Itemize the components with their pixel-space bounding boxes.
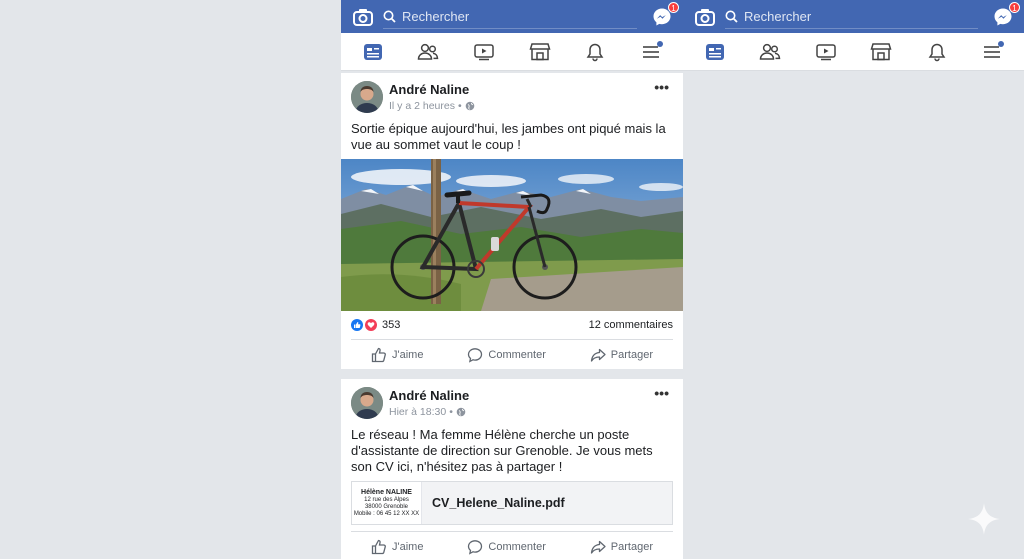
messenger-badge: 1 — [668, 1, 679, 13]
more-options-icon[interactable]: ••• — [654, 79, 669, 95]
top-bar: Rechercher 1 — [683, 0, 1024, 33]
more-options-icon[interactable]: ••• — [654, 385, 669, 401]
thumb-city: 38000 Grenoble — [364, 504, 409, 510]
like-reaction-icon — [351, 319, 363, 331]
share-button[interactable]: Partager — [570, 347, 673, 363]
post-header: André Naline Il y a 2 heures • ••• — [341, 73, 683, 121]
love-reaction-icon — [365, 319, 377, 331]
thumb-address: 12 rue des Alpes — [364, 497, 409, 503]
watch-icon[interactable] — [472, 40, 496, 64]
share-label: Partager — [610, 540, 653, 553]
feed-panel: Rechercher 1 André Naline Il y a 2 heure… — [341, 0, 683, 559]
messenger-icon[interactable]: 1 — [651, 1, 679, 28]
camera-icon[interactable] — [695, 7, 715, 27]
news-feed-icon[interactable] — [703, 40, 727, 64]
document-thumbnail: Hélène NALINE 12 rue des Alpes 38000 Gre… — [352, 482, 422, 524]
share-label: Partager — [610, 348, 653, 361]
comment-button[interactable]: Commenter — [447, 539, 565, 555]
search-bar[interactable]: Rechercher — [383, 5, 637, 29]
share-icon — [590, 348, 606, 362]
post-time[interactable]: Il y a 2 heures — [389, 100, 455, 112]
search-bar[interactable]: Rechercher — [725, 5, 978, 29]
document-filename[interactable]: CV_Helene_Naline.pdf — [432, 496, 565, 510]
avatar[interactable] — [351, 387, 383, 419]
post-header: André Naline Hier à 18:30 • ••• — [341, 379, 683, 427]
notifications-icon[interactable] — [583, 40, 607, 64]
post-photo[interactable] — [341, 159, 683, 311]
like-label: J'aime — [392, 348, 424, 361]
news-feed: André Naline Il y a 2 heures • ••• Sorti… — [341, 71, 683, 559]
nav-bar — [341, 33, 683, 71]
share-icon — [590, 540, 606, 554]
reactions-count: 353 — [382, 319, 401, 331]
menu-icon[interactable] — [980, 40, 1005, 64]
post: André Naline Il y a 2 heures • ••• Sorti… — [341, 73, 683, 369]
thumb-phone: Mobile : 06 45 12 XX XX — [353, 511, 420, 517]
share-button[interactable]: Partager — [570, 539, 673, 555]
thumbs-up-icon — [371, 539, 386, 554]
top-bar: Rechercher 1 — [341, 0, 683, 33]
post-author[interactable]: André Naline — [389, 388, 469, 403]
comment-label: Commenter — [488, 348, 546, 361]
thumbs-up-icon — [371, 347, 386, 362]
friends-icon[interactable] — [416, 40, 440, 64]
separator-dot: • — [457, 100, 462, 112]
camera-icon[interactable] — [353, 7, 373, 27]
secondary-panel: Rechercher 1 — [683, 0, 1024, 559]
menu-icon[interactable] — [639, 40, 664, 64]
messenger-badge: 1 — [1009, 1, 1020, 13]
post-time[interactable]: Hier à 18:30 — [389, 406, 446, 418]
thumb-name: Hélène NALINE — [361, 489, 412, 496]
avatar[interactable] — [351, 81, 383, 113]
reactions[interactable]: 353 — [351, 319, 400, 331]
messenger-icon[interactable]: 1 — [992, 1, 1020, 28]
like-button[interactable]: J'aime — [351, 347, 443, 363]
separator-dot: • — [449, 406, 453, 418]
post: André Naline Hier à 18:30 • ••• Le résea… — [341, 379, 683, 559]
comment-icon — [468, 347, 483, 363]
menu-notification-dot — [998, 40, 1005, 47]
watch-icon[interactable] — [814, 40, 838, 64]
comment-icon — [468, 539, 483, 555]
news-feed-icon[interactable] — [361, 40, 385, 64]
search-icon — [725, 10, 738, 23]
post-text: Sortie épique aujourd'hui, les jambes on… — [351, 121, 666, 152]
post-text: Le réseau ! Ma femme Hélène cherche un p… — [351, 427, 653, 474]
globe-icon — [465, 101, 474, 111]
post-actions: J'aime Commenter Partager — [351, 339, 673, 369]
friends-icon[interactable] — [758, 40, 782, 64]
globe-icon — [456, 407, 466, 417]
post-author[interactable]: André Naline — [389, 82, 475, 97]
search-icon — [383, 10, 396, 23]
sparkle-icon — [968, 503, 1000, 535]
comment-button[interactable]: Commenter — [447, 347, 565, 363]
document-attachment[interactable]: Hélène NALINE 12 rue des Alpes 38000 Gre… — [351, 481, 673, 525]
like-button[interactable]: J'aime — [351, 539, 443, 555]
search-placeholder: Rechercher — [402, 8, 470, 24]
notifications-icon[interactable] — [925, 40, 949, 64]
comments-count[interactable]: 12 commentaires — [589, 319, 673, 331]
post-actions: J'aime Commenter Partager — [351, 531, 673, 559]
comment-label: Commenter — [488, 540, 546, 553]
menu-notification-dot — [657, 40, 664, 47]
like-label: J'aime — [392, 540, 424, 553]
post-stats: 353 12 commentaires — [341, 311, 683, 339]
marketplace-icon[interactable] — [528, 40, 552, 64]
marketplace-icon[interactable] — [869, 40, 893, 64]
search-placeholder: Rechercher — [744, 8, 812, 24]
nav-bar — [683, 33, 1024, 71]
